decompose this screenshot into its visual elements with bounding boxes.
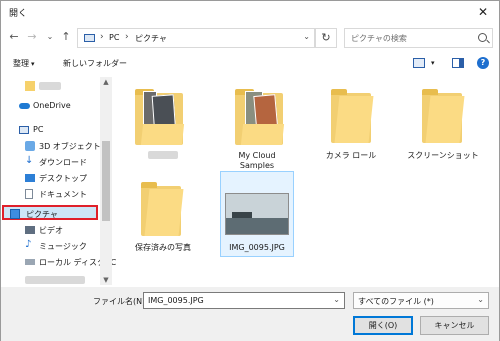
scroll-down-icon[interactable]: ▼ xyxy=(100,276,112,284)
recent-locations-icon[interactable]: ⌄ xyxy=(43,30,57,44)
blurred-label xyxy=(39,82,61,90)
caret-down-icon: ▾ xyxy=(31,60,35,68)
view-options-icon[interactable] xyxy=(413,58,425,68)
nav-item-onedrive[interactable]: OneDrive xyxy=(1,99,105,114)
chevron-down-icon[interactable]: ⌄ xyxy=(333,295,340,304)
nav-item-blurred[interactable] xyxy=(1,273,105,288)
cancel-button[interactable]: キャンセル xyxy=(420,316,489,335)
organize-label: 整理 xyxy=(13,59,29,68)
music-icon: ♪ xyxy=(25,239,32,250)
navigation-bar: ← → ⌄ ↑ › PC › ピクチャ ⌄ ↻ ピクチャの検索 xyxy=(1,25,499,51)
nav-item-desktop[interactable]: デスクトップ xyxy=(1,171,105,186)
navpane-scrollbar[interactable]: ▲ ▼ xyxy=(100,77,112,285)
search-icon xyxy=(478,33,487,42)
title-bar: 開く ✕ xyxy=(1,1,499,23)
item-label: スクリーンショット xyxy=(407,151,479,160)
folder-icon xyxy=(25,81,35,91)
nav-item-music[interactable]: ♪ ミュージック xyxy=(1,239,105,254)
nav-item-blurred[interactable] xyxy=(1,79,105,94)
organize-menu[interactable]: 整理 ▾ xyxy=(13,58,35,69)
view-caret-icon[interactable]: ▾ xyxy=(429,58,435,67)
breadcrumb-separator: › xyxy=(125,32,129,42)
address-dropdown-icon[interactable]: ⌄ xyxy=(303,32,310,41)
breadcrumb-separator: › xyxy=(100,32,104,42)
item-label: IMG_0095.JPG xyxy=(229,243,285,252)
refresh-icon[interactable]: ↻ xyxy=(315,28,337,48)
item-label: カメラ ロール xyxy=(325,151,377,160)
breadcrumb-pc[interactable]: PC xyxy=(109,33,119,42)
scrollbar-thumb[interactable] xyxy=(102,141,110,221)
desktop-icon xyxy=(25,174,35,182)
download-icon: ↓ xyxy=(25,155,34,166)
pc-icon xyxy=(84,34,95,42)
nav-item-downloads[interactable]: ↓ ダウンロード xyxy=(1,155,105,170)
breadcrumb-pictures[interactable]: ピクチャ xyxy=(135,33,167,44)
3d-objects-icon xyxy=(25,141,35,151)
file-selection-area: ファイル名(N): IMG_0095.JPG ⌄ すべてのファイル (*) ⌄ … xyxy=(1,287,499,341)
search-placeholder: ピクチャの検索 xyxy=(351,34,407,43)
filename-value: IMG_0095.JPG xyxy=(148,296,204,305)
search-box[interactable]: ピクチャの検索 xyxy=(344,28,493,48)
close-icon[interactable]: ✕ xyxy=(467,1,499,23)
nav-item-videos[interactable]: ビデオ xyxy=(1,223,105,238)
video-icon xyxy=(25,226,35,234)
nav-item-local-disk[interactable]: ローカル ディスク (C xyxy=(1,255,116,270)
filename-label: ファイル名(N): xyxy=(93,297,148,306)
forward-arrow-icon[interactable]: → xyxy=(25,30,39,44)
disk-icon xyxy=(25,259,35,265)
image-thumbnail xyxy=(225,193,289,235)
blurred-label xyxy=(25,276,85,284)
pc-icon xyxy=(19,126,29,134)
open-button[interactable]: 開く(O) xyxy=(353,316,413,335)
folder-item[interactable] xyxy=(235,89,285,145)
folder-item[interactable] xyxy=(135,89,185,145)
address-bar[interactable]: › PC › ピクチャ ⌄ xyxy=(77,28,315,48)
item-label: My Cloud Samples xyxy=(238,151,276,170)
file-type-select[interactable]: すべてのファイル (*) ⌄ xyxy=(353,292,489,309)
folder-icon[interactable] xyxy=(331,89,374,143)
nav-item-documents[interactable]: ドキュメント xyxy=(1,187,105,202)
document-icon xyxy=(25,189,33,199)
onedrive-icon xyxy=(19,103,30,109)
folder-icon[interactable] xyxy=(141,182,184,236)
new-folder-button[interactable]: 新しいフォルダー xyxy=(63,58,127,69)
chevron-down-icon[interactable]: ⌄ xyxy=(477,295,484,304)
help-icon[interactable]: ? xyxy=(477,57,489,69)
pictures-icon xyxy=(10,209,20,219)
filename-input[interactable]: IMG_0095.JPG ⌄ xyxy=(143,292,345,309)
nav-item-pc[interactable]: PC xyxy=(1,123,105,138)
preview-pane-icon[interactable] xyxy=(452,58,464,68)
up-arrow-icon[interactable]: ↑ xyxy=(59,30,73,44)
open-file-dialog: 開く ✕ ← → ⌄ ↑ › PC › ピクチャ ⌄ ↻ ピクチャの検索 整理 ▾… xyxy=(0,0,500,341)
scroll-up-icon[interactable]: ▲ xyxy=(100,78,112,86)
dialog-title: 開く xyxy=(9,9,28,19)
nav-item-pictures[interactable]: ピクチャ xyxy=(2,205,98,220)
command-bar: 整理 ▾ 新しいフォルダー ▾ ? xyxy=(1,53,499,75)
blurred-label xyxy=(148,151,178,159)
content-scrollbar[interactable] xyxy=(488,77,499,285)
nav-item-3d-objects[interactable]: 3D オブジェクト xyxy=(1,139,105,154)
back-arrow-icon[interactable]: ← xyxy=(7,30,21,44)
navigation-pane: OneDrive PC 3D オブジェクト ↓ ダウンロード デスクトップ ドキ… xyxy=(1,77,116,288)
file-type-value: すべてのファイル (*) xyxy=(358,297,434,306)
folder-icon[interactable] xyxy=(422,89,465,143)
item-label: 保存済みの写真 xyxy=(135,243,191,252)
